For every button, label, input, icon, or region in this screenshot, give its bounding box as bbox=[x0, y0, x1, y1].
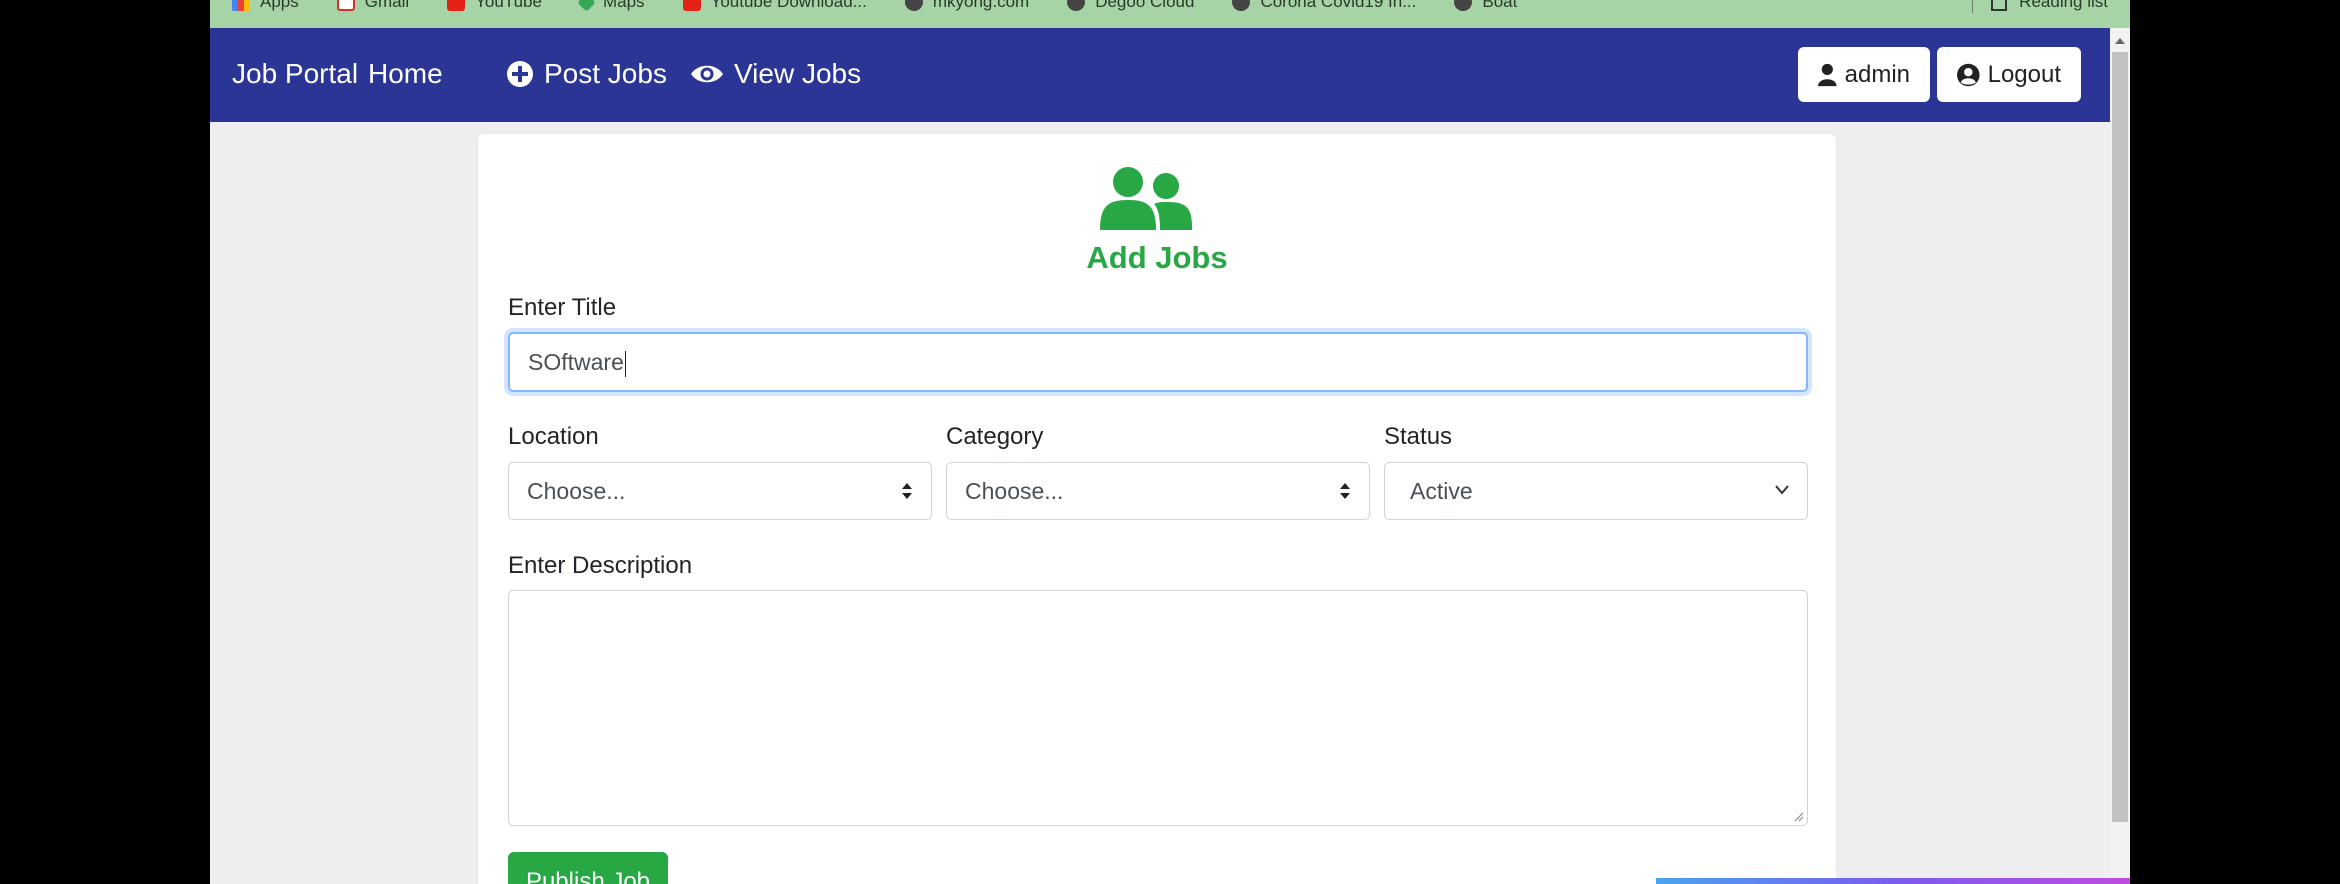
loading-progress-bar bbox=[1656, 878, 2130, 884]
chevron-down-icon bbox=[1775, 485, 1789, 495]
globe-icon bbox=[904, 0, 923, 11]
top-navbar: Job Portal Home Post Jobs View Jobs admi… bbox=[210, 28, 2110, 122]
degoo-icon bbox=[1067, 0, 1086, 11]
bookmark-youtube[interactable]: YouTube bbox=[447, 0, 542, 12]
bookmark-gmail[interactable]: Gmail bbox=[336, 0, 409, 12]
page-title: Add Jobs bbox=[1086, 240, 1228, 275]
description-textarea[interactable] bbox=[508, 590, 1808, 826]
title-label: Enter Title bbox=[508, 294, 617, 321]
maps-pin-icon bbox=[577, 0, 596, 12]
bookmarks-divider bbox=[1972, 0, 1974, 13]
status-label: Status bbox=[1384, 423, 1453, 450]
user-button[interactable]: admin bbox=[1798, 47, 1930, 102]
location-label: Location bbox=[508, 423, 599, 450]
reading-list-icon bbox=[1991, 0, 2008, 11]
vertical-scrollbar[interactable] bbox=[2110, 28, 2130, 884]
location-select-value: Choose... bbox=[527, 478, 626, 504]
bookmark-degoo[interactable]: Degoo Cloud bbox=[1067, 0, 1194, 12]
apps-grid-icon bbox=[232, 0, 250, 11]
scroll-up-arrow-icon[interactable] bbox=[2110, 32, 2130, 48]
bookmark-corona[interactable]: Corona Covid19 In... bbox=[1232, 0, 1416, 12]
title-input-value: SOftware bbox=[528, 349, 624, 375]
bookmark-maps[interactable]: Maps bbox=[577, 0, 645, 12]
title-input[interactable]: SOftware bbox=[508, 332, 1808, 392]
globe-icon bbox=[1454, 0, 1473, 11]
sort-arrows-icon bbox=[1340, 483, 1350, 499]
resize-handle-icon[interactable] bbox=[1792, 810, 1804, 822]
category-label: Category bbox=[946, 423, 1044, 450]
bookmark-youtube-download[interactable]: Youtube Download... bbox=[682, 0, 867, 12]
nav-home[interactable]: Home bbox=[368, 58, 443, 90]
user-circle-icon bbox=[1957, 63, 1980, 86]
gmail-icon bbox=[336, 0, 355, 11]
youtube-icon bbox=[682, 0, 701, 11]
bookmark-mkyong[interactable]: mkyong.com bbox=[904, 0, 1029, 12]
publish-job-button[interactable]: Publish Job bbox=[508, 852, 668, 884]
sort-arrows-icon bbox=[902, 483, 912, 499]
youtube-icon bbox=[447, 0, 466, 11]
bookmark-boat[interactable]: Boat bbox=[1454, 0, 1517, 12]
nav-post-jobs[interactable]: Post Jobs bbox=[506, 58, 667, 90]
location-select[interactable]: Choose... bbox=[508, 462, 932, 520]
status-select[interactable]: Active bbox=[1384, 462, 1808, 520]
description-label: Enter Description bbox=[508, 552, 693, 579]
reading-list[interactable]: Reading list bbox=[1972, 0, 2108, 16]
text-caret bbox=[624, 350, 627, 377]
users-icon bbox=[1100, 167, 1192, 230]
category-select[interactable]: Choose... bbox=[946, 462, 1370, 520]
bookmarks-bar: Apps Gmail YouTube Maps Youtube Download… bbox=[210, 0, 2130, 28]
scrollbar-thumb[interactable] bbox=[2112, 52, 2128, 822]
logout-button[interactable]: Logout bbox=[1937, 47, 2081, 102]
globe-icon bbox=[1232, 0, 1251, 11]
category-select-value: Choose... bbox=[965, 478, 1064, 504]
bookmark-apps[interactable]: Apps bbox=[232, 0, 299, 12]
add-job-card: Add Jobs Enter Title SOftware Location C… bbox=[478, 134, 1836, 884]
plus-circle-icon bbox=[507, 61, 533, 87]
eye-icon bbox=[691, 65, 723, 83]
browser-viewport: Apps Gmail YouTube Maps Youtube Download… bbox=[210, 0, 2130, 884]
nav-view-jobs[interactable]: View Jobs bbox=[690, 58, 861, 90]
status-select-value: Active bbox=[1410, 478, 1473, 504]
user-icon bbox=[1818, 63, 1837, 86]
brand-link[interactable]: Job Portal bbox=[232, 58, 358, 90]
